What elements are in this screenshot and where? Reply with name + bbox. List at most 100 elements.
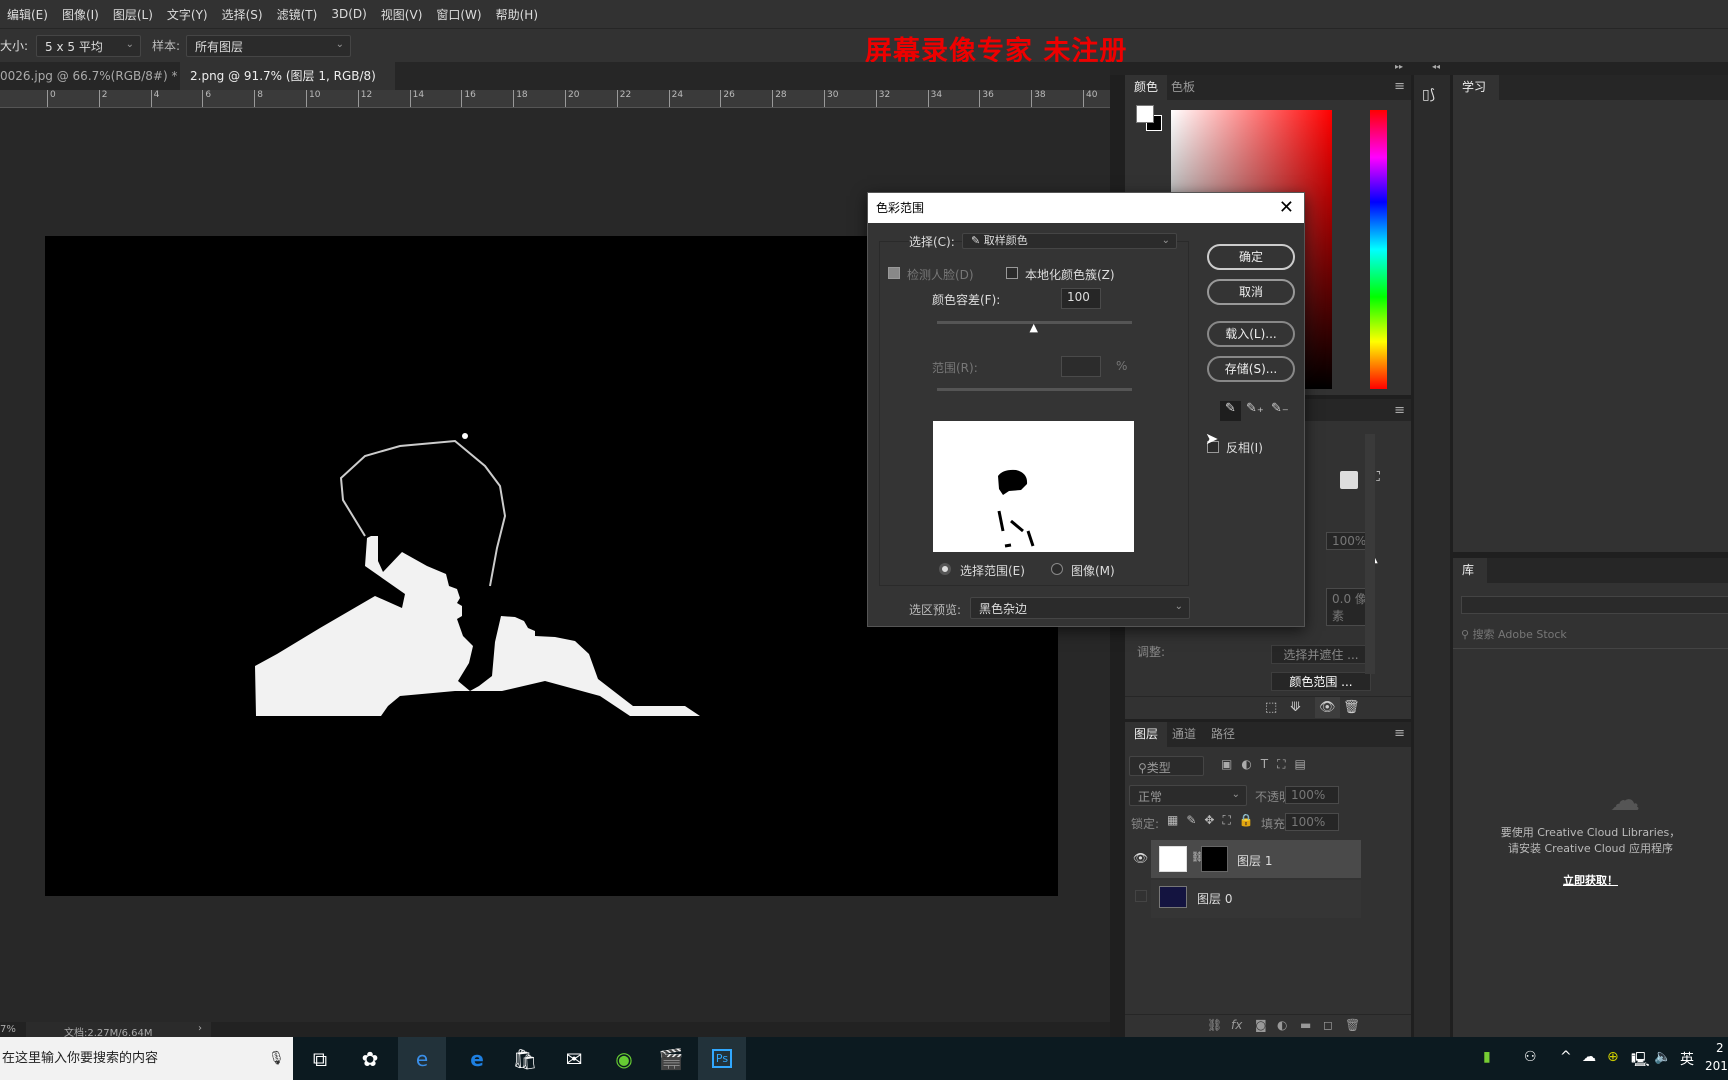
eyedropper-add-icon[interactable]: ✎₊ <box>1246 401 1264 416</box>
blend-mode-select[interactable]: 正常 ⌄ <box>1129 785 1247 806</box>
cancel-button[interactable]: 取消 <box>1207 279 1295 305</box>
save-button[interactable]: 存储(S)... <box>1207 356 1295 382</box>
ime-indicator[interactable]: 英 <box>1680 1049 1694 1069</box>
foreground-color-swatch[interactable] <box>1136 105 1154 123</box>
tab-learn[interactable]: 学习 <box>1453 75 1499 100</box>
layer-mask-thumbnail[interactable] <box>1201 846 1228 872</box>
get-cc-link[interactable]: 立即获取！ <box>1453 872 1728 888</box>
fill-field[interactable]: 100% <box>1285 813 1339 831</box>
ie-icon[interactable]: e <box>398 1037 446 1080</box>
opacity-field[interactable]: 100% <box>1285 786 1339 804</box>
task-view-icon[interactable]: ⧉ <box>296 1037 344 1080</box>
select-dropdown[interactable]: ✎ 取样颜色 ⌄ <box>962 233 1177 249</box>
fx-icon[interactable]: fx <box>1231 1018 1242 1032</box>
sample-layers-select[interactable]: 所有图层 ⌄ <box>186 35 351 57</box>
photoshop-icon[interactable]: Ps <box>698 1037 746 1080</box>
menu-3d[interactable]: 3D(D) <box>324 7 373 21</box>
toggle-mask-eye-icon[interactable]: 👁 <box>1315 697 1340 718</box>
link-layers-icon[interactable]: ⛓ <box>1207 1018 1222 1032</box>
doc-tab-2png[interactable]: 2.png @ 91.7% (图层 1, RGB/8) * × <box>180 62 395 111</box>
delete-layer-icon[interactable]: 🗑 <box>1345 1018 1360 1032</box>
panel-menu-icon[interactable]: ≡ <box>1394 726 1405 741</box>
radio-selection[interactable] <box>939 563 951 575</box>
menu-image[interactable]: 图像(I) <box>55 6 106 23</box>
menu-edit[interactable]: 编辑(E) <box>0 6 55 23</box>
detect-faces-checkbox[interactable] <box>888 267 900 279</box>
radio-image[interactable] <box>1051 563 1063 575</box>
menu-window[interactable]: 窗口(W) <box>429 6 488 23</box>
layer-name[interactable]: 图层 0 <box>1197 890 1232 907</box>
security-icon[interactable]: ⊕ <box>1607 1049 1619 1065</box>
network-icon[interactable]: 🖳 <box>1631 1049 1650 1073</box>
fuzziness-slider-thumb[interactable]: ▲ <box>1030 321 1038 334</box>
select-and-mask-button[interactable]: 选择并遮住 ... <box>1271 645 1371 664</box>
load-button[interactable]: 载入(L)... <box>1207 321 1295 347</box>
edge-icon[interactable]: e <box>453 1037 501 1080</box>
learn-panel-icon[interactable]: ▯⟆ <box>1422 87 1435 103</box>
volume-icon[interactable]: 🔈 <box>1654 1049 1671 1065</box>
app-pinwheel-icon[interactable]: ✿ <box>346 1037 394 1080</box>
zoom-level[interactable]: 7% <box>0 1024 16 1035</box>
apply-mask-icon[interactable]: ⟱ <box>1290 700 1301 715</box>
range-input[interactable] <box>1061 356 1101 377</box>
hue-slider[interactable] <box>1370 110 1387 389</box>
tab-layers[interactable]: 图层 <box>1125 722 1168 747</box>
adjustment-layer-icon[interactable]: ◐ <box>1277 1018 1287 1032</box>
tab-color[interactable]: 颜色 <box>1125 75 1168 100</box>
stock-search-input[interactable]: ⚲ 搜索 Adobe Stock <box>1461 626 1567 642</box>
panel-menu-icon[interactable]: ≡ <box>1394 403 1405 418</box>
group-folder-icon[interactable]: ▬ <box>1300 1018 1311 1032</box>
range-slider-track[interactable] <box>937 388 1132 391</box>
visibility-toggle[interactable] <box>1135 890 1147 902</box>
tray-overflow-icon[interactable]: ^ <box>1560 1049 1572 1065</box>
color-range-button[interactable]: 颜色范围 ... <box>1271 672 1371 691</box>
menu-type[interactable]: 文字(Y) <box>160 6 215 23</box>
layer-name[interactable]: 图层 1 <box>1237 852 1272 869</box>
clock-date[interactable]: 201 <box>1705 1059 1728 1073</box>
mask-icon[interactable] <box>1340 471 1358 489</box>
ok-button[interactable]: 确定 <box>1207 244 1295 270</box>
status-menu-arrow[interactable]: › <box>198 1023 202 1034</box>
menu-select[interactable]: 选择(S) <box>215 6 270 23</box>
menu-help[interactable]: 帮助(H) <box>489 6 545 23</box>
load-selection-icon[interactable]: ⬚ <box>1265 700 1277 715</box>
library-select[interactable] <box>1461 596 1728 614</box>
video-editor-icon[interactable]: 🎬 <box>647 1037 695 1080</box>
expand-icon[interactable]: ▸▸ <box>1395 62 1403 71</box>
mail-icon[interactable]: ✉ <box>550 1037 598 1080</box>
onedrive-icon[interactable]: ☁ <box>1582 1049 1596 1065</box>
tab-swatches[interactable]: 色板 <box>1162 75 1204 100</box>
tab-libraries[interactable]: 库 <box>1453 558 1487 583</box>
people-icon[interactable]: ⚇ <box>1524 1049 1537 1065</box>
browser-360-icon[interactable]: ◉ <box>600 1037 648 1080</box>
layer-filter-select[interactable]: ⚲类型 <box>1129 756 1204 776</box>
microphone-icon[interactable]: 🎙 <box>268 1037 285 1080</box>
visibility-eye-icon[interactable]: 👁 <box>1133 851 1148 865</box>
sample-size-select[interactable]: 5 x 5 平均 ⌄ <box>36 35 141 57</box>
eyedropper-icon[interactable]: ✎ <box>1220 401 1241 421</box>
usb-icon[interactable]: ▮ <box>1483 1049 1491 1065</box>
dialog-title-bar[interactable]: 色彩范围 <box>868 193 1304 223</box>
clock-time[interactable]: 2 <box>1716 1041 1724 1055</box>
localized-clusters-checkbox[interactable] <box>1006 267 1018 279</box>
tab-paths[interactable]: 路径 <box>1202 722 1244 747</box>
collapse-icon[interactable]: ◂◂ <box>1432 62 1440 71</box>
add-mask-icon[interactable]: ◙ <box>1255 1018 1267 1032</box>
store-icon[interactable]: 🛍 <box>501 1037 549 1080</box>
new-layer-icon[interactable]: ◻ <box>1323 1018 1333 1032</box>
delete-mask-icon[interactable]: 🗑 <box>1343 700 1360 715</box>
fuzziness-input[interactable]: 100 <box>1061 288 1101 309</box>
layer-filter-icons[interactable]: ▣◐T⛶▤ <box>1221 757 1315 772</box>
horizontal-ruler[interactable]: 0 2 4 6 8 10 12 14 16 18 20 22 24 26 28 30 32 34 36 38 40 <box>0 90 1110 108</box>
menu-filter[interactable]: 滤镜(T) <box>270 6 325 23</box>
tab-channels[interactable]: 通道 <box>1163 722 1205 747</box>
taskbar-search[interactable]: 在这里输入你要搜索的内容 🎙 <box>0 1037 293 1080</box>
menu-view[interactable]: 视图(V) <box>374 6 430 23</box>
eyedropper-subtract-icon[interactable]: ✎₋ <box>1271 401 1289 416</box>
selection-preview-select[interactable]: 黑色杂边 ⌄ <box>970 597 1190 619</box>
doc-tab-0026[interactable]: 0026.jpg @ 66.7%(RGB/8#) * × <box>0 62 208 90</box>
lock-icons[interactable]: ▦✎✥⛶🔒 <box>1167 813 1262 828</box>
properties-scrollbar[interactable] <box>1365 434 1375 674</box>
dock-collapse-bar[interactable]: ▸▸ ◂◂ <box>1110 62 1728 75</box>
panel-menu-icon[interactable]: ≡ <box>1394 79 1405 94</box>
